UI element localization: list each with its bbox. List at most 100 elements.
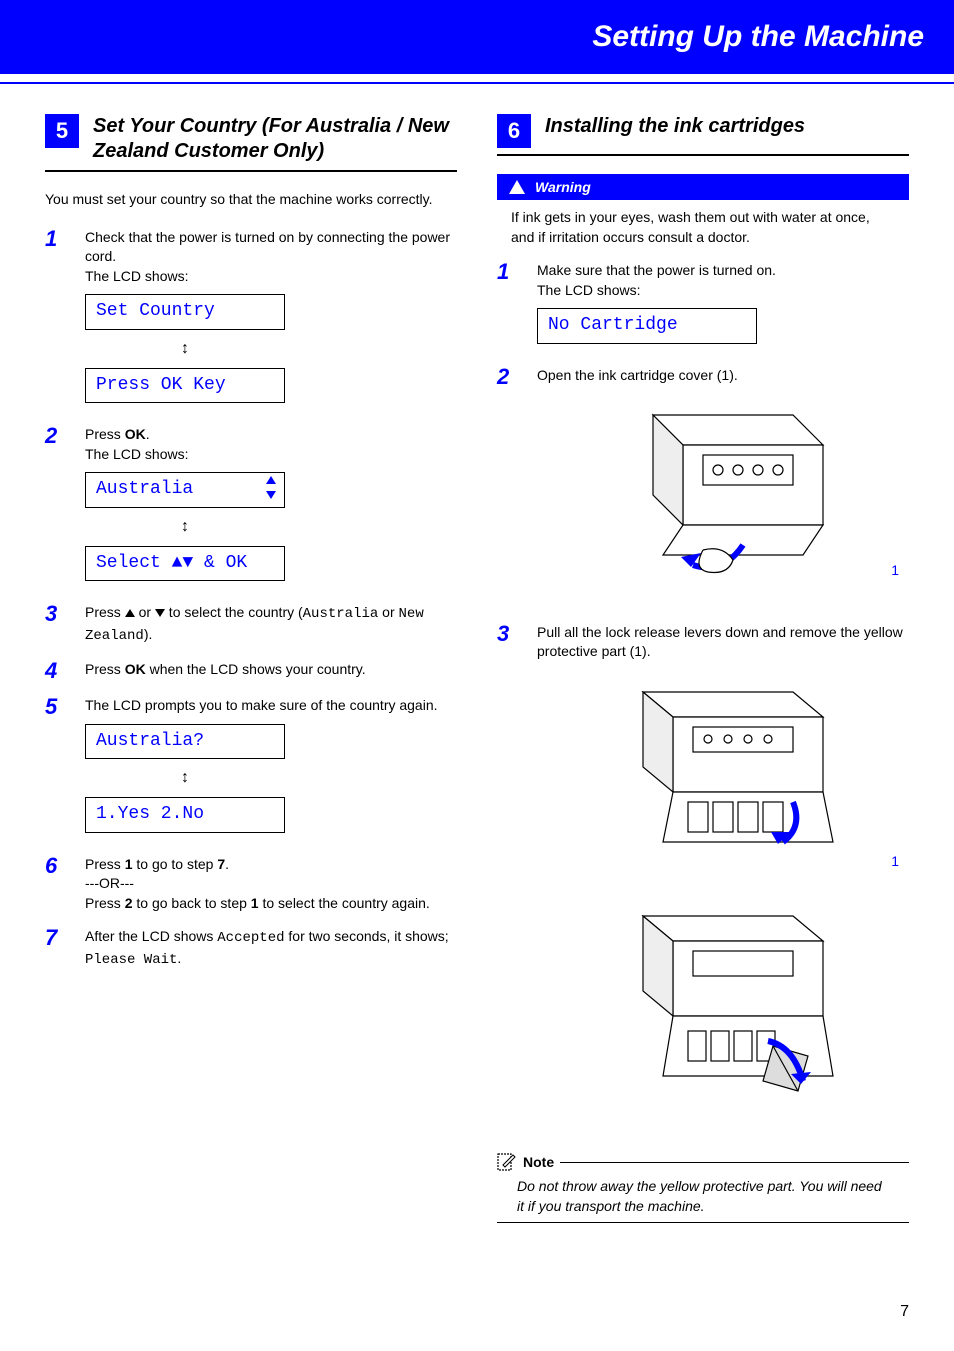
step-text: The LCD shows: (537, 282, 640, 298)
note-body: Do not throw away the yellow protective … (497, 1171, 909, 1222)
page-title: Setting Up the Machine (30, 20, 924, 54)
step-text: . (225, 856, 229, 872)
warning-icon (509, 180, 525, 194)
section-6-header: 6 Installing the ink cartridges (497, 114, 909, 156)
lcd-inline-text: Please Wait (85, 952, 177, 968)
lcd-display: 1.Yes 2.No (85, 797, 285, 832)
step-text: or (378, 604, 398, 620)
note-footer-rule (497, 1222, 909, 1223)
step-4: 4 Press OK when the LCD shows your count… (45, 660, 457, 682)
step-number: 6 (45, 855, 71, 914)
lcd-display: Australia? (85, 724, 285, 759)
step-number: 2 (497, 366, 523, 609)
right-column: 6 Installing the ink cartridges Warning … (497, 114, 909, 1223)
step-text: Check that the power is turned on by con… (85, 229, 450, 265)
printer-illustration-icon (593, 896, 853, 1116)
note-label: Note (523, 1154, 554, 1170)
step-text: Press (85, 856, 125, 872)
step-text: Make sure that the power is turned on. (537, 262, 776, 278)
step-text: ). (144, 626, 153, 642)
step-number: 3 (497, 623, 523, 1139)
step-6: 6 Press 1 to go to step 7. ---OR--- Pres… (45, 855, 457, 914)
printer-levers-figure: 1 (537, 672, 909, 878)
step-text: to select the country ( (165, 604, 303, 620)
step-1: 1 Check that the power is turned on by c… (45, 228, 457, 412)
ok-key-label: OK (125, 661, 146, 677)
note-pencil-icon (497, 1153, 517, 1171)
triangle-up-icon (125, 609, 135, 617)
lcd-display: No Cartridge (537, 308, 757, 343)
note-rule (560, 1162, 909, 1163)
step-text: Press (85, 661, 125, 677)
content-columns: 5 Set Your Country (For Australia / New … (0, 84, 954, 1253)
lcd-inline-text: Accepted (217, 930, 284, 946)
lcd-text: Australia (96, 479, 193, 499)
step-number: 3 (45, 603, 71, 646)
warning-label: Warning (535, 179, 591, 195)
step-text: Press (85, 895, 125, 911)
lcd-display: Select ▲▼ & OK (85, 546, 285, 581)
step-2: 2 Open the ink cartridge cover (1). (497, 366, 909, 609)
step-text: . (177, 950, 181, 966)
warning-header: Warning (497, 174, 909, 200)
page: Setting Up the Machine 5 Set Your Countr… (0, 0, 954, 1351)
step-text: The LCD shows: (85, 268, 188, 284)
step-number: 5 (45, 696, 71, 840)
section-intro: You must set your country so that the ma… (45, 190, 457, 210)
step-3: 3 Press or to select the country (Austra… (45, 603, 457, 646)
updown-arrow-icon: ↕ (85, 516, 285, 538)
left-column: 5 Set Your Country (For Australia / New … (45, 114, 457, 1223)
ok-key-label: OK (125, 426, 146, 442)
warning-body: If ink gets in your eyes, wash them out … (497, 200, 909, 261)
note-block: Note Do not throw away the yellow protec… (497, 1153, 909, 1223)
note-header: Note (497, 1153, 909, 1171)
page-header: Setting Up the Machine (0, 0, 954, 74)
warning-block: Warning If ink gets in your eyes, wash t… (497, 174, 909, 261)
step-text: The LCD prompts you to make sure of the … (85, 697, 438, 713)
updown-arrow-icon: ↕ (85, 338, 285, 360)
callout-label: 1 (891, 561, 899, 581)
step-number: 2 (45, 425, 71, 589)
callout-label: 1 (891, 852, 899, 872)
triangle-down-icon (155, 609, 165, 617)
step-number: 1 (45, 228, 71, 412)
step-1: 1 Make sure that the power is turned on.… (497, 261, 909, 351)
lcd-display: Press OK Key (85, 368, 285, 403)
step-text: to select the country again. (259, 895, 430, 911)
scroll-arrows-icon (266, 475, 276, 504)
step-2: 2 Press OK. The LCD shows: Australia ↕ S… (45, 425, 457, 589)
or-separator: ---OR--- (85, 875, 134, 891)
step-text: or (135, 604, 155, 620)
step-5: 5 The LCD prompts you to make sure of th… (45, 696, 457, 840)
section-title: Installing the ink cartridges (545, 114, 805, 148)
section-title: Set Your Country (For Australia / New Ze… (93, 114, 457, 164)
step-text: After the LCD shows (85, 928, 217, 944)
step-number: 4 (45, 660, 71, 682)
option-text: Australia (303, 606, 379, 622)
printer-open-cover-figure: 1 (537, 395, 909, 591)
step-text: for two seconds, it shows; (285, 928, 449, 944)
step-7: 7 After the LCD shows Accepted for two s… (45, 927, 457, 970)
step-number: 1 (497, 261, 523, 351)
printer-remove-part-figure (537, 896, 909, 1122)
step-text: to go back to step (132, 895, 250, 911)
lcd-display: Australia (85, 472, 285, 507)
step-text: . (146, 426, 150, 442)
step-text: to go to step (132, 856, 217, 872)
lcd-display: Set Country (85, 294, 285, 329)
step-number: 7 (45, 927, 71, 970)
page-number: 7 (900, 1303, 909, 1321)
step-text: when the LCD shows your country. (146, 661, 366, 677)
section-number-badge: 5 (45, 114, 79, 148)
step-text: Open the ink cartridge cover (1). (537, 367, 738, 383)
step-text: Press (85, 604, 125, 620)
step-3: 3 Pull all the lock release levers down … (497, 623, 909, 1139)
printer-illustration-icon (593, 395, 853, 585)
updown-arrow-icon: ↕ (85, 767, 285, 789)
step-ref: 7 (217, 856, 225, 872)
section-5-header: 5 Set Your Country (For Australia / New … (45, 114, 457, 172)
printer-illustration-icon (593, 672, 853, 872)
step-text: The LCD shows: (85, 446, 188, 462)
step-text: Pull all the lock release levers down an… (537, 624, 903, 660)
step-text: Press (85, 426, 125, 442)
